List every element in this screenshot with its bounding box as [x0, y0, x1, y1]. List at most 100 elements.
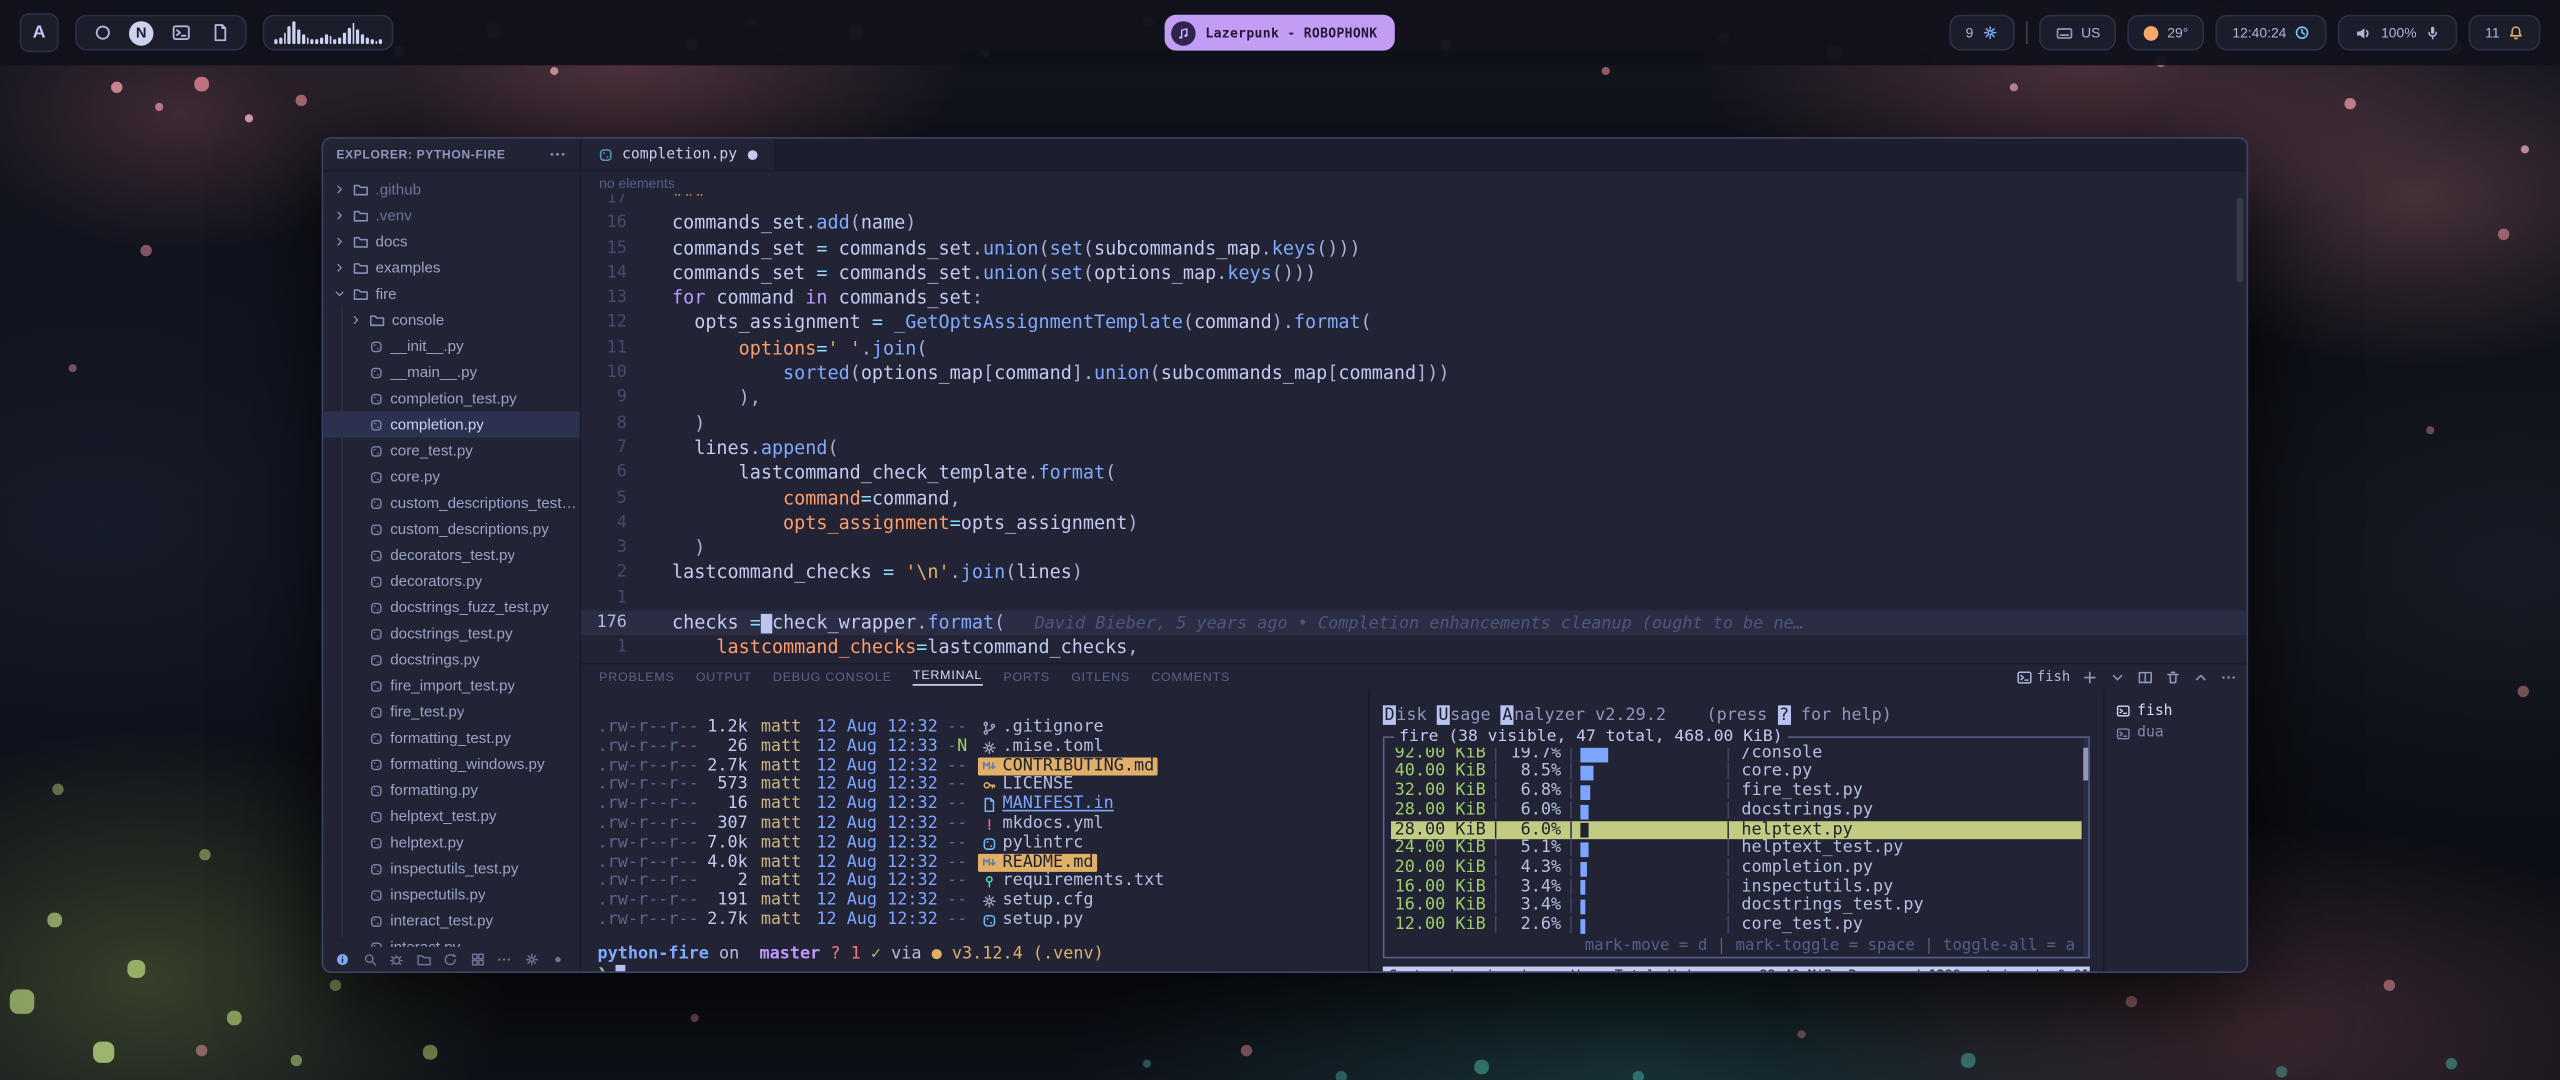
sun-icon	[2144, 25, 2159, 40]
status-more-icon[interactable]	[496, 951, 512, 967]
dua-row-core-test-py[interactable]: 12.00 KiB|2.6%||core_test.py	[1391, 916, 2082, 935]
tree-item-inspectutils.py[interactable]: inspectutils.py	[323, 882, 579, 908]
media-title: Lazerpunk - ROBOPHONK	[1205, 25, 1377, 40]
split-terminal-icon[interactable]	[2137, 669, 2153, 685]
code-text: command=command,	[650, 486, 2247, 511]
status-settings-icon[interactable]	[523, 951, 539, 967]
taskbar-item-browser[interactable]	[90, 20, 114, 44]
explorer-sidebar: .github.venvdocsexamplesfireconsole__ini…	[323, 171, 581, 971]
dua-row-completion-py[interactable]: 20.00 KiB|4.3%||completion.py	[1391, 859, 2082, 878]
tree-item-decorators.py[interactable]: decorators.py	[323, 568, 579, 594]
editor-scrollbar[interactable]	[2237, 198, 2244, 283]
weather-widget[interactable]: 29°	[2128, 15, 2205, 51]
tree-item-formatting.py[interactable]: formatting.py	[323, 777, 579, 803]
dua-row-helptext-py[interactable]: 28.00 KiB|6.0%||helptext.py	[1391, 820, 2082, 839]
maximize-panel-icon[interactable]	[2193, 669, 2209, 685]
panel-tab-output[interactable]: OUTPUT	[696, 669, 752, 684]
new-terminal-icon[interactable]	[2082, 669, 2098, 685]
code-editor[interactable]: 17 """16 commands_set.add(name)15 comman…	[581, 194, 2246, 663]
panel-tab-comments[interactable]: COMMENTS	[1151, 669, 1230, 684]
dua-row-core-py[interactable]: 40.00 KiB|8.5%||core.py	[1391, 763, 2082, 782]
notifications-widget[interactable]: 11	[2469, 15, 2541, 51]
tree-item-inspectutils_test.py[interactable]: inspectutils_test.py	[323, 856, 579, 882]
system-graph-widget[interactable]	[263, 15, 394, 51]
tree-item-fire_test.py[interactable]: fire_test.py	[323, 699, 579, 725]
status-search-icon[interactable]	[362, 951, 378, 967]
terminal-tab-fish[interactable]: fish	[2104, 700, 2246, 722]
more-actions-icon[interactable]	[2220, 669, 2236, 685]
status-remote-icon[interactable]	[335, 951, 351, 967]
breadcrumb[interactable]: no elements	[581, 171, 2246, 194]
panel-tab-problems[interactable]: PROBLEMS	[599, 669, 674, 684]
taskbar-item-files[interactable]	[207, 20, 231, 44]
tree-item-__init__.py[interactable]: __init__.py	[323, 333, 579, 359]
tree-item-label: core.py	[390, 469, 440, 485]
usage-bar	[1581, 803, 1718, 819]
tree-item-completion_test.py[interactable]: completion_test.py	[323, 385, 579, 411]
tree-item-docs[interactable]: docs	[323, 229, 579, 255]
panel-tab-gitlens[interactable]: GITLENS	[1071, 669, 1130, 684]
explorer-more-icon[interactable]	[549, 145, 567, 163]
tree-item-helptext.py[interactable]: helptext.py	[323, 829, 579, 855]
keyboard-layout-widget[interactable]: US	[2039, 15, 2117, 51]
tree-item-custom_descriptions_test.py[interactable]: custom_descriptions_test.py	[323, 490, 579, 516]
media-player-widget[interactable]: Lazerpunk - ROBOPHONK	[1165, 15, 1396, 51]
tree-item-label: formatting_windows.py	[390, 756, 544, 772]
dua-row-fire-test-py[interactable]: 32.00 KiB|6.8%||fire_test.py	[1391, 782, 2082, 801]
tree-item-console[interactable]: console	[323, 307, 579, 333]
launcher-button[interactable]: A	[20, 13, 59, 52]
tree-item-fire[interactable]: fire	[323, 281, 579, 307]
tree-item-docstrings.py[interactable]: docstrings.py	[323, 647, 579, 673]
status-extensions-icon[interactable]	[469, 951, 485, 967]
code-line: 2 lastcommand_checks = '\n'.join(lines)	[581, 561, 2246, 586]
tree-item-completion.py[interactable]: completion.py	[323, 411, 579, 437]
dua-row-inspectutils-py[interactable]: 16.00 KiB|3.4%||inspectutils.py	[1391, 878, 2082, 897]
folder-icon	[353, 207, 369, 223]
tree-item-examples[interactable]: examples	[323, 255, 579, 281]
dua-scrollbar[interactable]	[2083, 738, 2088, 957]
disk-usage-pane[interactable]: Disk Usage Analyzer v2.29.2 (press ? for…	[1368, 689, 2103, 971]
tree-item-formatting_windows.py[interactable]: formatting_windows.py	[323, 751, 579, 777]
dua-row-helptext-test-py[interactable]: 24.00 KiB|5.1%||helptext_test.py	[1391, 840, 2082, 859]
tab-completion-py[interactable]: completion.py	[581, 139, 776, 170]
tree-item-interact.py[interactable]: interact.py	[323, 934, 579, 947]
kill-terminal-icon[interactable]	[2165, 669, 2181, 685]
dua-row-docstrings-py[interactable]: 28.00 KiB|6.0%||docstrings.py	[1391, 801, 2082, 820]
tree-item-custom_descriptions.py[interactable]: custom_descriptions.py	[323, 516, 579, 542]
status-explorer-icon[interactable]	[416, 951, 432, 967]
tree-item-interact_test.py[interactable]: interact_test.py	[323, 908, 579, 934]
status-sync-icon[interactable]	[442, 951, 458, 967]
terminal-tab-dua[interactable]: dua	[2104, 722, 2246, 744]
terminal[interactable]: .rw-r--r--1.2kmatt12 Aug 12:32--.gitigno…	[581, 689, 1368, 971]
breadcrumb-text: no elements	[599, 175, 675, 191]
tree-item-.venv[interactable]: .venv	[323, 202, 579, 228]
tree-item-docstrings_fuzz_test.py[interactable]: docstrings_fuzz_test.py	[323, 594, 579, 620]
tree-item-fire_import_test.py[interactable]: fire_import_test.py	[323, 673, 579, 699]
tree-item-.github[interactable]: .github	[323, 176, 579, 202]
tree-item-decorators_test.py[interactable]: decorators_test.py	[323, 542, 579, 568]
status-indicator-icon[interactable]	[550, 951, 566, 967]
tree-item-core.py[interactable]: core.py	[323, 464, 579, 490]
panel-tab-bar: PROBLEMS OUTPUT DEBUG CONSOLE TERMINAL PORTS…	[581, 664, 2246, 688]
clock-widget[interactable]: 12:40:24	[2216, 15, 2327, 51]
updates-widget[interactable]: 9	[1949, 15, 2014, 51]
tree-item-helptext_test.py[interactable]: helptext_test.py	[323, 803, 579, 829]
tree-item-label: helptext_test.py	[390, 808, 496, 824]
tree-item-core_test.py[interactable]: core_test.py	[323, 438, 579, 464]
status-debug-icon[interactable]	[389, 951, 405, 967]
tree-item-__main__.py[interactable]: __main__.py	[323, 359, 579, 385]
taskbar-item-terminal[interactable]	[168, 20, 192, 44]
desktop: A N Lazerpunk - ROBOPHONK 9 US 29° 12:40…	[0, 0, 2560, 1080]
tree-item-docstrings_test.py[interactable]: docstrings_test.py	[323, 620, 579, 646]
panel-tab-terminal[interactable]: TERMINAL	[913, 668, 982, 686]
shell-input-line[interactable]: ❯	[598, 964, 1369, 971]
window-top-row: EXPLORER: PYTHON-FIRE completion.py	[323, 139, 2246, 172]
panel-tab-ports[interactable]: PORTS	[1003, 669, 1050, 684]
dua-row-docstrings-test-py[interactable]: 16.00 KiB|3.4%||docstrings_test.py	[1391, 897, 2082, 916]
terminal-dropdown-icon[interactable]	[2109, 669, 2125, 685]
code-line: 16 commands_set.add(name)	[581, 211, 2246, 236]
taskbar-item-neovim[interactable]: N	[129, 20, 153, 44]
volume-widget[interactable]: 100%	[2339, 15, 2458, 51]
panel-tab-debug-console[interactable]: DEBUG CONSOLE	[773, 669, 892, 684]
tree-item-formatting_test.py[interactable]: formatting_test.py	[323, 725, 579, 751]
